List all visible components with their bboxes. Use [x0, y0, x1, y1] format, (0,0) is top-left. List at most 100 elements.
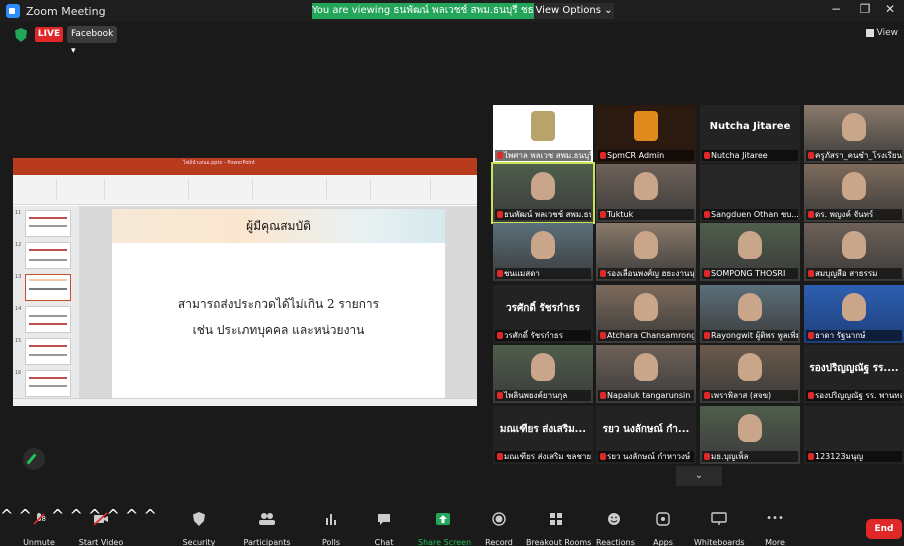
- video-logo: [531, 111, 555, 141]
- record-button[interactable]: Record: [484, 512, 514, 546]
- participant-tile[interactable]: วรศักดิ์ รัชรกำธร วรศักดิ์ รัชรกำธร: [493, 285, 593, 343]
- video-off-icon: [93, 512, 108, 526]
- record-icon: [492, 512, 506, 526]
- polls-label: Polls: [321, 538, 341, 546]
- ribbon-group: [375, 179, 431, 199]
- participant-tile[interactable]: Rayongwit ผู้ติพร พูลเพิ่ม: [700, 285, 800, 343]
- participant-tile[interactable]: สมบุญสือ สาธรรม: [804, 223, 904, 281]
- participant-tile[interactable]: ธนพัฒน์ พลเวชช์ สพม.ธนบุรี...: [491, 162, 595, 224]
- chevron-up-icon[interactable]: ^: [144, 506, 157, 525]
- security-button[interactable]: Security: [180, 512, 218, 546]
- participant-display-name: วรศักดิ์ รัชรกำธร: [505, 303, 581, 314]
- ribbon-group: [193, 179, 253, 199]
- chat-button[interactable]: Chat: [368, 512, 400, 546]
- participant-tile[interactable]: SOMPONG THOSRI: [700, 223, 800, 281]
- gallery-scroll-button[interactable]: ⌄: [676, 466, 722, 486]
- participant-tile[interactable]: Napaluk tangarunsin: [596, 345, 696, 403]
- participant-tile[interactable]: ครูภัสรา_คนชำ_โรงเรียนส...: [804, 105, 904, 163]
- participants-button[interactable]: Participants: [240, 512, 294, 546]
- slide-editor[interactable]: ผู้มีคุณสมบัติ สามารถส่งประกวดได้ไม่เกิน…: [79, 206, 477, 398]
- more-button[interactable]: ••• More: [760, 512, 790, 546]
- apps-button[interactable]: Apps: [648, 512, 678, 546]
- share-screen-button[interactable]: Share Screen: [418, 512, 471, 546]
- mic-muted-icon: [808, 332, 814, 339]
- participant-tile[interactable]: รยว นงลักษณ์ กำ... รยว นงลักษณ์ กำหาวงษ์: [596, 406, 696, 464]
- mic-muted-icon: [704, 332, 710, 339]
- participant-tile[interactable]: รองเลื่อนพงศ์ญ ฮธะงานนุชร...: [596, 223, 696, 281]
- mic-muted-icon: [704, 392, 710, 399]
- security-label: Security: [182, 538, 216, 546]
- participant-tile[interactable]: มณเฑียร ส่งเสริม... มณเฑียร ส่งเสริม ชลชา…: [493, 406, 593, 464]
- participant-name: Nutcha Jitaree: [702, 150, 798, 161]
- video-person: [634, 172, 658, 200]
- whiteboard-icon: [711, 512, 727, 525]
- ppt-status-bar: [13, 398, 477, 406]
- participant-display-name: มณเฑียร ส่งเสริม...: [499, 424, 587, 435]
- participant-tile[interactable]: Nutcha Jitaree Nutcha Jitaree: [700, 105, 800, 163]
- slide-thumbnail[interactable]: [25, 338, 71, 365]
- meeting-toolbar: Unmute ^ Start Video ^ Security Particip…: [0, 506, 904, 546]
- participant-tile[interactable]: เพราพิลาส (สจข): [700, 345, 800, 403]
- polls-button[interactable]: Polls: [314, 512, 348, 546]
- mic-muted-icon: [600, 453, 606, 460]
- participant-tile[interactable]: ดร. พญงค์ จันทร์: [804, 164, 904, 222]
- shared-screen[interactable]: ไฟล์นำเสนอ.pptx - PowerPoint 11 12 13 14…: [13, 158, 477, 406]
- chevron-down-icon: ⌄: [604, 5, 613, 16]
- participant-tile[interactable]: มธ.บุญเพ็ล: [700, 406, 800, 464]
- video-person: [738, 293, 762, 321]
- more-dots-icon: •••: [766, 513, 784, 524]
- shield-icon: [193, 512, 205, 526]
- shield-icon[interactable]: [15, 28, 27, 42]
- chevron-up-icon[interactable]: ^: [0, 506, 13, 525]
- start-video-button[interactable]: Start Video: [74, 512, 128, 546]
- zoom-logo-icon: [6, 4, 20, 18]
- restore-button[interactable]: ❐: [855, 2, 875, 16]
- view-options-label: View Options: [535, 5, 601, 16]
- slide-thumbnail[interactable]: [25, 242, 71, 269]
- participant-name: มณเฑียร ส่งเสริม ชลชาย: [495, 451, 591, 462]
- unmute-label: Unmute: [23, 538, 55, 546]
- grid-view-icon: [865, 29, 874, 37]
- slide-thumbnail[interactable]: [25, 210, 71, 237]
- participant-tile[interactable]: ชนแมสดา: [493, 223, 593, 281]
- mic-muted-icon: [704, 453, 710, 460]
- participant-tile[interactable]: Tuktuk: [596, 164, 696, 222]
- mic-muted-icon: [704, 211, 710, 218]
- facebook-live-button[interactable]: Facebook ▾: [67, 26, 117, 56]
- ppt-window-title: ไฟล์นำเสนอ.pptx - PowerPoint: [183, 160, 255, 166]
- whiteboards-label: Whiteboards: [694, 538, 745, 546]
- end-meeting-button[interactable]: End: [866, 519, 902, 539]
- slide-thumbnail-pane[interactable]: 11 12 13 14 15 16: [13, 206, 79, 398]
- minimize-button[interactable]: −: [826, 2, 846, 16]
- participant-name: มธ.บุญเพ็ล: [702, 451, 798, 462]
- mic-muted-icon: [600, 152, 606, 159]
- participant-name: รยว นงลักษณ์ กำหาวงษ์: [598, 451, 694, 462]
- video-person: [842, 113, 866, 141]
- unmute-button[interactable]: Unmute: [20, 512, 58, 546]
- view-options-button[interactable]: View Options ⌄: [534, 3, 614, 19]
- view-button[interactable]: View: [865, 28, 898, 38]
- breakout-rooms-button[interactable]: Breakout Rooms: [526, 512, 591, 546]
- participant-tile[interactable]: ธาดา รัฐนากษ์: [804, 285, 904, 343]
- participant-tile[interactable]: Atchara Chansamrong: [596, 285, 696, 343]
- participant-tile[interactable]: ไพลินพยงค์ยานกุล: [493, 345, 593, 403]
- ppt-ribbon-tabs: [13, 168, 477, 175]
- participant-tile[interactable]: ไพศาล พลเวช สพม.ธนบุรี: [493, 105, 593, 163]
- slide-thumbnail[interactable]: [25, 306, 71, 333]
- reactions-button[interactable]: Reactions: [596, 512, 635, 546]
- slide-thumbnail[interactable]: [25, 370, 71, 397]
- view-label: View: [876, 28, 898, 38]
- facebook-label: Facebook: [71, 29, 114, 39]
- participant-tile[interactable]: 123123มนุญ: [804, 406, 904, 464]
- participant-tile[interactable]: รองปริญญณัฐ รร.... รองปริญญณัฐ รร. พานทอง: [804, 345, 904, 403]
- participant-tile[interactable]: SpmCR Admin: [596, 105, 696, 163]
- participant-name: วรศักดิ์ รัชรกำธร: [495, 330, 591, 341]
- participant-tile[interactable]: Sangduen Othan ชบ...: [700, 164, 800, 222]
- thumbnail-number: 14: [15, 306, 22, 312]
- slide-thumbnail-selected[interactable]: [25, 274, 71, 301]
- close-button[interactable]: ✕: [880, 2, 900, 16]
- whiteboards-button[interactable]: Whiteboards: [694, 512, 745, 546]
- video-person: [531, 353, 555, 381]
- participant-name: เพราพิลาส (สจข): [702, 390, 798, 401]
- annotate-button[interactable]: [23, 448, 45, 470]
